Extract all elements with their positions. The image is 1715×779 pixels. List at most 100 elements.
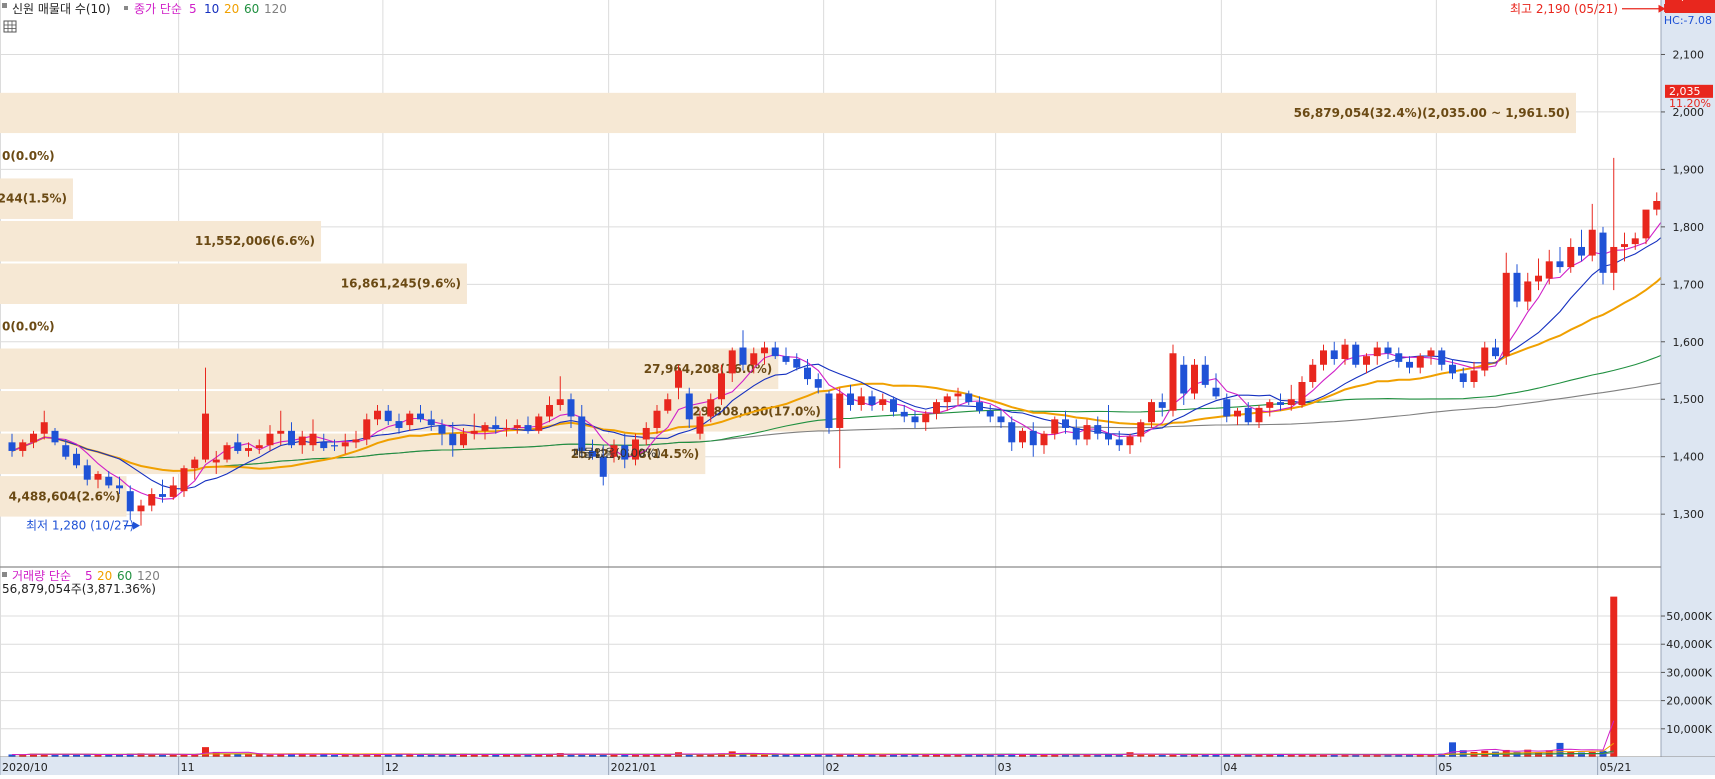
legend-marker-icon (2, 3, 7, 8)
candle-body (836, 393, 844, 428)
candle-body (51, 430, 59, 443)
candle-body (1631, 238, 1639, 245)
candle-body (664, 399, 672, 411)
legend-period-20: 20 (224, 2, 239, 16)
candle-body (1201, 364, 1209, 385)
candle-body (331, 445, 338, 447)
candle-body (1653, 201, 1661, 210)
candle-body (40, 422, 48, 434)
candle-body (320, 442, 328, 449)
candle-body (1502, 272, 1510, 357)
candle-body (234, 442, 242, 451)
candle-body (341, 442, 349, 447)
legend-period-10: 10 (204, 2, 219, 16)
candle-body (642, 427, 650, 440)
date-tick-label: 11 (181, 761, 195, 774)
candle-body (1363, 356, 1370, 365)
candle-body (309, 433, 317, 446)
candle-body (427, 419, 435, 426)
candle-body (793, 359, 801, 368)
candle-body (1309, 364, 1317, 382)
candle-body (1298, 382, 1306, 405)
candle-body (1277, 402, 1284, 405)
volume-profile-label: 2,553,244(1.5%) (0, 192, 67, 206)
candle-body (825, 393, 833, 428)
candle-body (1019, 430, 1026, 443)
high-annotation: 최고 2,190 (05/21) (1510, 2, 1618, 16)
candle-body (406, 413, 414, 426)
candle-body (1470, 370, 1478, 382)
candle-body (943, 396, 951, 403)
candle-body (546, 404, 553, 417)
date-tick-label: 02 (826, 761, 840, 774)
candle-body (911, 416, 919, 423)
candle-body (965, 393, 973, 403)
candle-body (685, 393, 693, 420)
date-tick-label: 05 (1438, 761, 1452, 774)
candle-body (1513, 272, 1521, 302)
volume-profile-label: 4,488,604(2.6%) (9, 489, 121, 503)
candle-body (137, 505, 145, 512)
last-price-change: 11.20% (1669, 97, 1711, 110)
candle-body (954, 393, 962, 397)
candle-body (352, 439, 360, 443)
candle-body (1384, 347, 1392, 354)
candle-body (1191, 364, 1198, 394)
candle-body (470, 430, 478, 434)
candle-body (374, 410, 381, 420)
candle-body (105, 476, 113, 486)
candle-body (707, 399, 715, 417)
legend-period-120: 120 (264, 2, 287, 16)
candle-body (1599, 232, 1607, 273)
candle-body (1459, 373, 1467, 382)
candle-body (1427, 350, 1435, 357)
candle-body (1105, 433, 1112, 440)
price-legend-ma-label: 종가 단순 (134, 2, 182, 16)
candle-body (417, 413, 424, 420)
table-toggle-icon[interactable] (3, 20, 17, 33)
candle-body (1320, 350, 1327, 365)
volume-profile-label: 0(0.0%) (2, 149, 55, 163)
candle-body (148, 494, 156, 506)
candle-body (1212, 387, 1220, 397)
date-tick-label: 2021/01 (611, 761, 657, 774)
candle-body (223, 445, 231, 460)
candle-body (890, 399, 897, 412)
volume-legend-marker-icon (2, 572, 7, 577)
candle-body (1266, 402, 1274, 408)
vol-legend-period-20: 20 (97, 569, 112, 583)
candle-body (503, 427, 510, 430)
candle-body (255, 445, 263, 449)
hc-value: HC:-7.08 (1664, 14, 1712, 27)
candle-body (1126, 436, 1134, 446)
volume-bar (1610, 596, 1618, 757)
candle-body (1395, 353, 1403, 362)
candle-body (1524, 281, 1532, 302)
candle-body (986, 410, 994, 417)
candle-body (1578, 246, 1585, 256)
no-trade-label: 매물없음(0.00%) (573, 446, 661, 460)
candle-body (288, 430, 295, 446)
candle-body (1223, 399, 1231, 417)
candle-body (245, 448, 252, 451)
candle-body (1169, 353, 1177, 411)
candle-body (804, 367, 811, 380)
candle-body (728, 350, 736, 374)
candle-body (212, 459, 220, 463)
last-volume-change: 3871.36% (1667, 0, 1715, 3)
candle-body (696, 416, 704, 434)
candle-body (1642, 209, 1650, 239)
volume-profile-label: 16,861,245(9.6%) (341, 277, 461, 291)
candle-body (750, 353, 758, 365)
volume-tick-label: 40,000K (1666, 638, 1712, 651)
candle-body (524, 425, 532, 431)
candle-body (857, 396, 865, 405)
chart-svg: 56,879,054(32.4%)(2,035.00 ~ 1,961.50) 0(… (0, 0, 1715, 775)
candle-body (675, 370, 682, 388)
legend-period-60: 60 (244, 2, 259, 16)
low-annotation: 최저 1,280 (10/27) (26, 519, 134, 533)
candle-body (922, 413, 930, 423)
candle-body (879, 399, 887, 405)
candle-body (868, 396, 876, 405)
candle-body (1115, 439, 1123, 446)
